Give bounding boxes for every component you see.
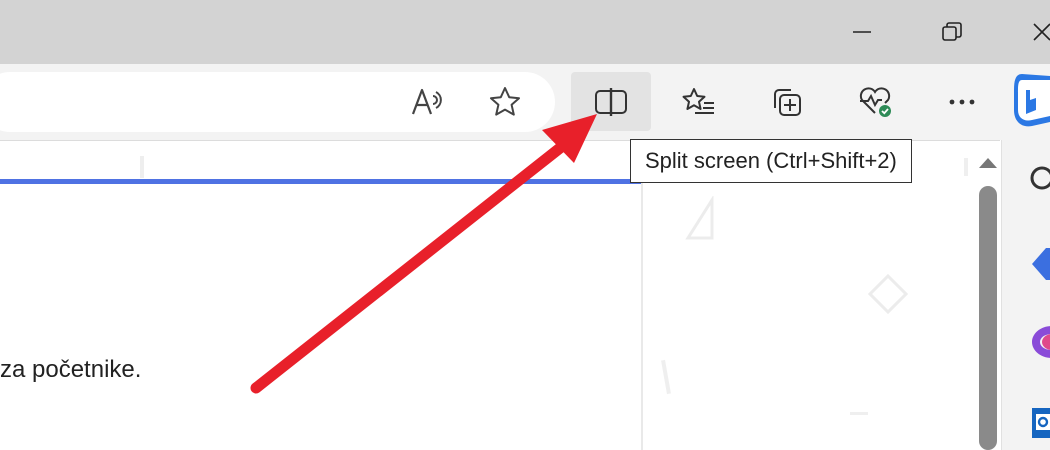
close-icon: [1033, 23, 1050, 41]
collections-button[interactable]: [758, 73, 816, 131]
more-options-button[interactable]: [933, 73, 991, 131]
copilot-button[interactable]: [1012, 70, 1050, 134]
microsoft-365-icon[interactable]: [1030, 324, 1050, 360]
decorative-mark: [850, 412, 868, 415]
read-aloud-button[interactable]: [398, 73, 456, 131]
restore-icon: [942, 22, 962, 41]
collections-icon: [774, 89, 801, 116]
decorative-diamond-icon: [867, 273, 909, 315]
edge-sidebar: [1001, 140, 1050, 450]
decorative-mark: [964, 158, 968, 176]
title-bar: [0, 0, 1050, 64]
scroll-up-arrow-icon[interactable]: [976, 150, 1000, 174]
star-icon: [490, 87, 520, 116]
scrollbar-thumb[interactable]: [979, 186, 997, 450]
split-screen-tooltip: Split screen (Ctrl+Shift+2): [630, 139, 912, 183]
split-screen-button[interactable]: [571, 72, 651, 131]
page-content: [0, 140, 1000, 450]
favorites-list-icon: [682, 88, 714, 114]
close-window-button[interactable]: [1012, 0, 1050, 64]
more-dots-icon: [949, 99, 975, 105]
page-body-text: za početnike.: [0, 356, 142, 383]
search-icon[interactable]: [1028, 164, 1050, 194]
restore-button[interactable]: [922, 0, 982, 64]
split-screen-icon: [595, 87, 627, 116]
add-favorite-button[interactable]: [476, 73, 534, 131]
address-bar[interactable]: [0, 72, 555, 132]
minimize-icon: [853, 31, 871, 33]
shopping-tag-icon[interactable]: [1030, 246, 1050, 282]
heart-pulse-icon: [859, 87, 891, 117]
page-load-progress-bar: [0, 179, 642, 184]
favorites-button[interactable]: [670, 73, 728, 131]
decorative-mark: [140, 156, 144, 178]
minimize-button[interactable]: [832, 0, 892, 64]
read-aloud-icon: [411, 88, 442, 115]
split-pane-divider[interactable]: [641, 140, 643, 450]
browser-essentials-button[interactable]: [846, 73, 904, 131]
copilot-icon: [1014, 74, 1050, 127]
outlook-icon[interactable]: [1030, 404, 1050, 440]
decorative-triangle-icon: [685, 196, 714, 240]
